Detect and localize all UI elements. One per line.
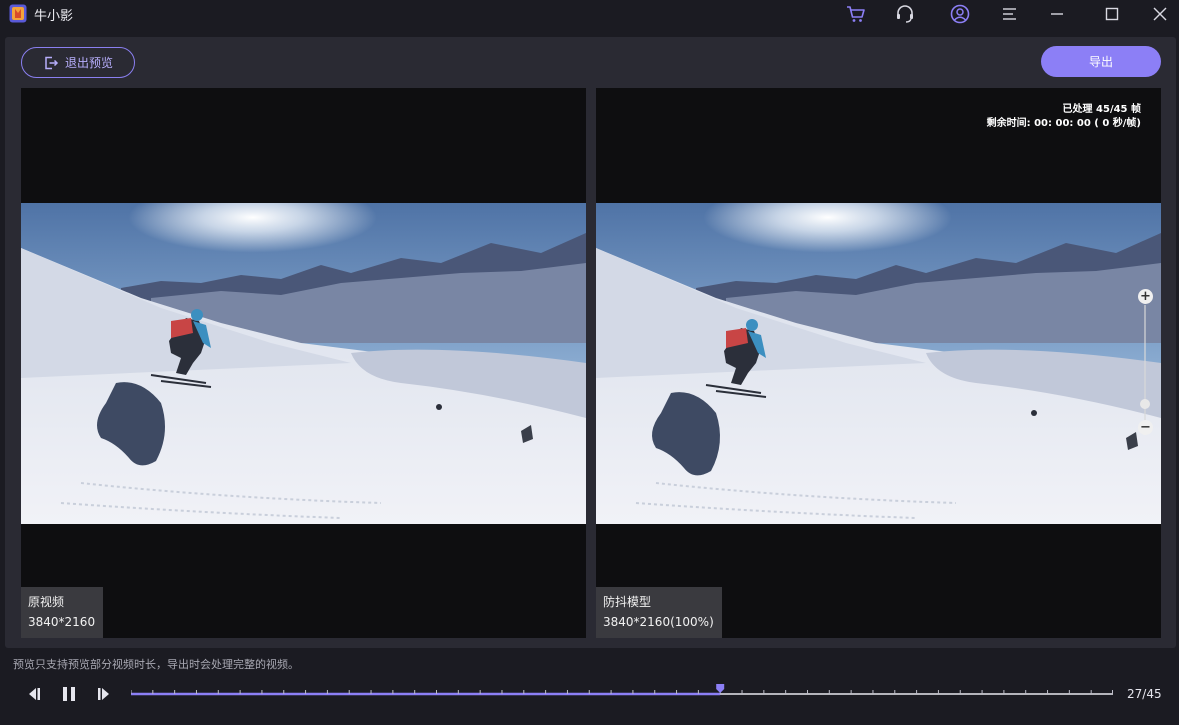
- zoom-slider[interactable]: + −: [1138, 289, 1153, 437]
- original-video-name: 原视频: [28, 595, 65, 609]
- original-video-frame: [21, 203, 586, 524]
- user-icon[interactable]: [949, 3, 971, 25]
- exit-icon: [45, 56, 59, 69]
- maximize-icon[interactable]: [1101, 3, 1123, 25]
- stabilized-video-resolution: 3840*2160(100%): [603, 615, 714, 629]
- preview-panel: 退出预览 导出 原视频 3840*2160 已处理 45/45 帧 剩余时间: …: [5, 37, 1176, 648]
- original-video-pane: 原视频 3840*2160: [21, 88, 586, 638]
- app-logo-icon: [9, 4, 27, 23]
- title-bar: 牛小影: [0, 0, 1179, 28]
- headset-icon[interactable]: [894, 3, 916, 25]
- processed-frames: 已处理 45/45 帧: [1062, 104, 1141, 115]
- stabilized-video-label: 防抖模型 3840*2160(100%): [596, 587, 722, 638]
- zoom-out-button[interactable]: −: [1138, 420, 1153, 435]
- remaining-time: 剩余时间: 00: 00: 00 ( 0 秒/帧): [986, 118, 1141, 129]
- next-frame-button[interactable]: [93, 683, 115, 705]
- original-video-label: 原视频 3840*2160: [21, 587, 104, 638]
- app-title: 牛小影: [34, 9, 74, 24]
- original-video-resolution: 3840*2160: [28, 615, 96, 629]
- processing-progress: 已处理 45/45 帧 剩余时间: 00: 00: 00 ( 0 秒/帧): [987, 103, 1141, 131]
- exit-preview-button[interactable]: 退出预览: [21, 47, 135, 78]
- preview-notice: 预览只支持预览部分视频时长，导出时会处理完整的视频。: [13, 658, 299, 671]
- pause-button[interactable]: [58, 683, 80, 705]
- frame-timeline[interactable]: [131, 684, 1113, 704]
- minimize-icon[interactable]: [1046, 3, 1068, 25]
- previous-frame-button[interactable]: [23, 683, 45, 705]
- timeline-playhead[interactable]: [716, 684, 725, 693]
- stabilized-video-pane: 已处理 45/45 帧 剩余时间: 00: 00: 00 ( 0 秒/帧) 防抖…: [596, 88, 1161, 638]
- close-icon[interactable]: [1149, 3, 1171, 25]
- menu-icon[interactable]: [999, 3, 1021, 25]
- zoom-handle[interactable]: [1140, 398, 1150, 409]
- exit-preview-label: 退出预览: [64, 56, 113, 70]
- stabilized-video-frame: [596, 203, 1161, 524]
- export-button[interactable]: 导出: [1041, 46, 1161, 77]
- cart-icon[interactable]: [845, 3, 867, 25]
- zoom-in-button[interactable]: +: [1138, 289, 1153, 304]
- frame-counter: 27/45: [1127, 687, 1162, 701]
- stabilized-model-name: 防抖模型: [603, 595, 652, 609]
